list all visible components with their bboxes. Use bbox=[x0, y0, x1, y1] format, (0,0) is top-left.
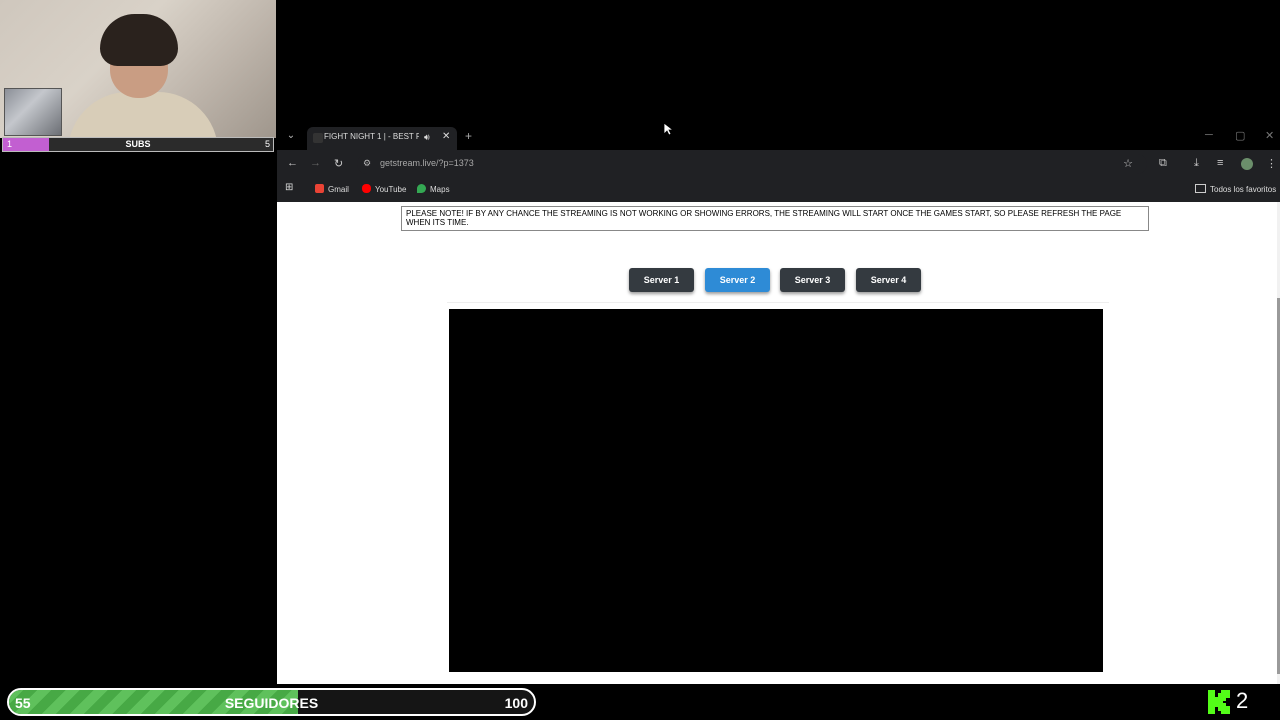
window-close-icon[interactable]: ✕ bbox=[1265, 129, 1274, 142]
active-tab[interactable]: FIGHT NIGHT 1 | - BEST FRE 🔊︎ ✕ bbox=[307, 127, 457, 150]
followers-goal-bar: 55 SEGUIDORES 100 bbox=[7, 688, 536, 716]
streaming-notice: PLEASE NOTE! IF BY ANY CHANCE THE STREAM… bbox=[401, 206, 1149, 231]
back-arrow-icon[interactable]: ← bbox=[287, 157, 298, 169]
bookmark-label: YouTube bbox=[375, 185, 407, 194]
server-4-button[interactable]: Server 4 bbox=[856, 268, 921, 292]
streamer-hair bbox=[100, 14, 178, 66]
youtube-icon bbox=[362, 184, 371, 193]
subs-goal: 5 bbox=[264, 139, 270, 149]
subs-goal-bar: 1 SUBS 5 bbox=[2, 137, 274, 152]
bookmark-star-icon[interactable]: ☆ bbox=[1123, 157, 1133, 170]
divider bbox=[447, 302, 1109, 303]
all-bookmarks-folder[interactable]: Todos los favoritos bbox=[1195, 184, 1276, 194]
streamer-body bbox=[68, 92, 218, 138]
video-player[interactable] bbox=[449, 309, 1103, 672]
followers-goal: 100 bbox=[504, 695, 528, 711]
speaker-icon[interactable]: 🔊︎ bbox=[424, 132, 430, 143]
plus-icon[interactable]: + bbox=[465, 129, 472, 143]
bookmark-gmail[interactable]: Gmail bbox=[315, 184, 349, 194]
profile-avatar-icon[interactable] bbox=[1241, 158, 1253, 170]
apps-grid-icon[interactable]: ⊞ bbox=[285, 182, 293, 193]
bookmarks-bar: ⊞ Gmail YouTube Maps Todos los favoritos bbox=[277, 178, 1280, 202]
mouse-cursor-icon bbox=[663, 122, 673, 136]
tab-search-button[interactable]: ⌄ bbox=[283, 130, 299, 144]
url-text[interactable]: getstream.live/?p=1373 bbox=[380, 158, 474, 168]
address-bar[interactable]: ⚙ getstream.live/?p=1373 ☆ bbox=[357, 154, 1147, 174]
server-2-button[interactable]: Server 2 bbox=[705, 268, 770, 292]
browser-toolbar: ← → ↻ ⚙ getstream.live/?p=1373 ☆ ⧉ ⤓ ≡ ⋮ bbox=[277, 150, 1280, 178]
maximize-icon[interactable]: ▢ bbox=[1235, 129, 1245, 142]
site-info-icon[interactable]: ⚙ bbox=[363, 158, 371, 169]
maps-icon bbox=[417, 184, 426, 193]
tab-title: FIGHT NIGHT 1 | - BEST FRE bbox=[324, 132, 419, 141]
extensions-icon[interactable]: ⧉ bbox=[1159, 157, 1167, 170]
reload-icon[interactable]: ↻ bbox=[334, 157, 343, 170]
media-control-icon[interactable]: ≡ bbox=[1217, 157, 1223, 169]
tab-favicon-icon bbox=[313, 133, 323, 143]
download-icon[interactable]: ⤓ bbox=[1194, 157, 1199, 170]
bookmark-maps[interactable]: Maps bbox=[417, 184, 450, 194]
followers-label: SEGUIDORES bbox=[224, 695, 319, 711]
subs-label: SUBS bbox=[125, 139, 151, 149]
all-bookmarks-label: Todos los favoritos bbox=[1210, 185, 1277, 194]
minimize-icon[interactable]: ─ bbox=[1205, 129, 1213, 141]
tab-strip: ⌄ FIGHT NIGHT 1 | - BEST FRE 🔊︎ ✕ + ─ ▢ … bbox=[277, 124, 1280, 150]
webcam-overlay bbox=[0, 0, 276, 138]
server-3-button[interactable]: Server 3 bbox=[780, 268, 845, 292]
close-icon[interactable]: ✕ bbox=[442, 131, 450, 142]
server-1-button[interactable]: Server 1 bbox=[629, 268, 694, 292]
bookmark-label: Gmail bbox=[328, 185, 349, 194]
wall-poster bbox=[4, 88, 62, 136]
browser-window: ⌄ FIGHT NIGHT 1 | - BEST FRE 🔊︎ ✕ + ─ ▢ … bbox=[277, 124, 1280, 684]
kick-logo-icon bbox=[1208, 690, 1230, 714]
kick-viewer-count: 2 bbox=[1236, 688, 1249, 713]
gmail-icon bbox=[315, 184, 324, 193]
forward-arrow-icon[interactable]: → bbox=[310, 157, 321, 169]
web-page: PLEASE NOTE! IF BY ANY CHANCE THE STREAM… bbox=[277, 202, 1277, 684]
bookmark-label: Maps bbox=[430, 185, 450, 194]
bookmark-youtube[interactable]: YouTube bbox=[362, 184, 406, 194]
folder-icon bbox=[1195, 184, 1206, 193]
menu-icon[interactable]: ⋮ bbox=[1266, 157, 1277, 170]
